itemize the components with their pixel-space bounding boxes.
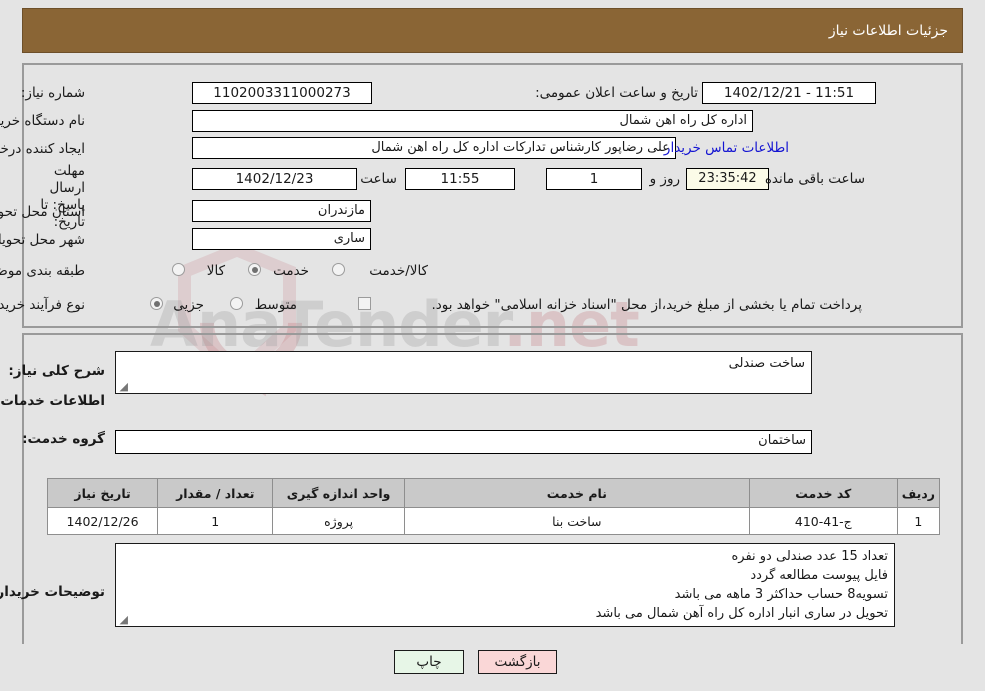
announcement-value: 1402/12/21 - 11:51 — [702, 82, 876, 104]
remaining-countdown-timer: 23:35:42 — [686, 168, 769, 190]
remaining-days-label: روز و — [649, 171, 680, 187]
resize-grip-icon[interactable]: ◢ — [118, 614, 128, 625]
process-label-medium: متوسط — [254, 297, 297, 313]
buyer-org-value: اداره کل راه اهن شمال — [192, 110, 753, 132]
cell-date: 1402/12/26 — [46, 507, 159, 535]
category-radio-khedmat[interactable] — [248, 263, 261, 276]
process-label: نوع فرآیند خرید : — [0, 297, 85, 313]
resize-grip-icon[interactable]: ◢ — [118, 381, 128, 392]
print-button[interactable]: چاپ — [394, 650, 464, 674]
category-label: طبقه بندی موضوعی: — [0, 263, 85, 279]
province-value: مازندران — [192, 200, 371, 222]
services-section-title: اطلاعات خدمات مورد نیاز — [0, 393, 105, 409]
service-group-value: ساختمان — [115, 430, 812, 454]
th-name: نام خدمت — [403, 478, 750, 508]
th-quantity: تعداد / مقدار — [157, 478, 274, 508]
th-unit: واحد اندازه گیری — [272, 478, 405, 508]
services-table: ردیف کد خدمت نام خدمت واحد اندازه گیری ت… — [46, 478, 941, 535]
province-label: استان محل تحویل: — [0, 204, 85, 220]
remaining-days-value: 1 — [546, 168, 642, 190]
cell-unit: پروژه — [272, 507, 405, 535]
announcement-label: تاریخ و ساعت اعلان عمومی: — [535, 85, 698, 101]
buyer-notes-label: توضیحات خریدار: — [0, 584, 105, 600]
buyer-org-label: نام دستگاه خریدار: — [0, 113, 85, 129]
cell-quantity: 1 — [157, 507, 274, 535]
buyer-note-line-1: تعداد 15 عدد صندلی دو نفره — [731, 549, 888, 564]
category-radio-kala-khedmat[interactable] — [332, 263, 345, 276]
buyer-contact-link[interactable]: اطلاعات تماس خریدار — [664, 140, 789, 156]
buyer-notes-textarea[interactable]: تعداد 15 عدد صندلی دو نفره فایل پیوست مط… — [115, 543, 895, 627]
need-number-label: شماره نیاز: — [20, 85, 85, 101]
cell-code: ج-41-410 — [748, 507, 898, 535]
table-header-row: ردیف کد خدمت نام خدمت واحد اندازه گیری ت… — [46, 478, 941, 508]
buyer-note-line-4: تحویل در ساری انبار اداره کل راه آهن شما… — [595, 606, 888, 621]
cell-name: ساخت بنا — [403, 507, 750, 535]
buyer-note-line-2: فایل پیوست مطالعه گردد — [750, 568, 888, 583]
category-label-khedmat: خدمت — [273, 263, 309, 279]
general-description-label: شرح کلی نیاز: — [8, 363, 105, 379]
category-radio-kala[interactable] — [172, 263, 185, 276]
deadline-date-value: 1402/12/23 — [192, 168, 357, 190]
process-label-minor: جزیی — [173, 297, 204, 313]
service-group-label: گروه خدمت: — [22, 431, 105, 447]
treasury-bonds-text: پرداخت تمام یا بخشی از مبلغ خرید،از محل … — [431, 297, 862, 313]
th-row: ردیف — [896, 478, 941, 508]
deadline-time-value: 11:55 — [405, 168, 515, 190]
creator-label: ایجاد کننده درخواست: — [0, 141, 85, 157]
back-button[interactable]: بازگشت — [478, 650, 557, 674]
creator-value: علی رضاپور کارشناس تدارکات اداره کل راه … — [192, 137, 676, 159]
th-code: کد خدمت — [748, 478, 898, 508]
category-label-kala: کالا — [206, 263, 225, 279]
deadline-hour-label: ساعت — [360, 171, 397, 187]
city-label: شهر محل تحویل: — [0, 232, 85, 248]
process-radio-minor[interactable] — [150, 297, 163, 310]
need-number-value: 1102003311000273 — [192, 82, 372, 104]
process-radio-medium[interactable] — [230, 297, 243, 310]
th-date: تاریخ نیاز — [46, 478, 159, 508]
general-description-textarea[interactable]: ساخت صندلی ◢ — [115, 351, 812, 394]
general-description-value: ساخت صندلی — [728, 356, 805, 371]
category-label-kala-khedmat: کالا/خدمت — [369, 263, 428, 279]
remaining-suffix-label: ساعت باقی مانده — [764, 171, 865, 187]
page-title-text: جزئیات اطلاعات نیاز — [828, 22, 948, 39]
city-value: ساری — [192, 228, 371, 250]
page-root: AnaTender.net جزئیات اطلاعات نیاز شماره … — [0, 0, 985, 691]
page-title: جزئیات اطلاعات نیاز — [22, 8, 963, 53]
table-row: 1 ج-41-410 ساخت بنا پروژه 1 1402/12/26 — [46, 507, 941, 535]
buyer-note-line-3: تسویه8 حساب حداکثر 3 ماهه می باشد — [674, 587, 888, 602]
cell-row: 1 — [896, 507, 941, 535]
treasury-bonds-checkbox[interactable] — [358, 297, 371, 310]
